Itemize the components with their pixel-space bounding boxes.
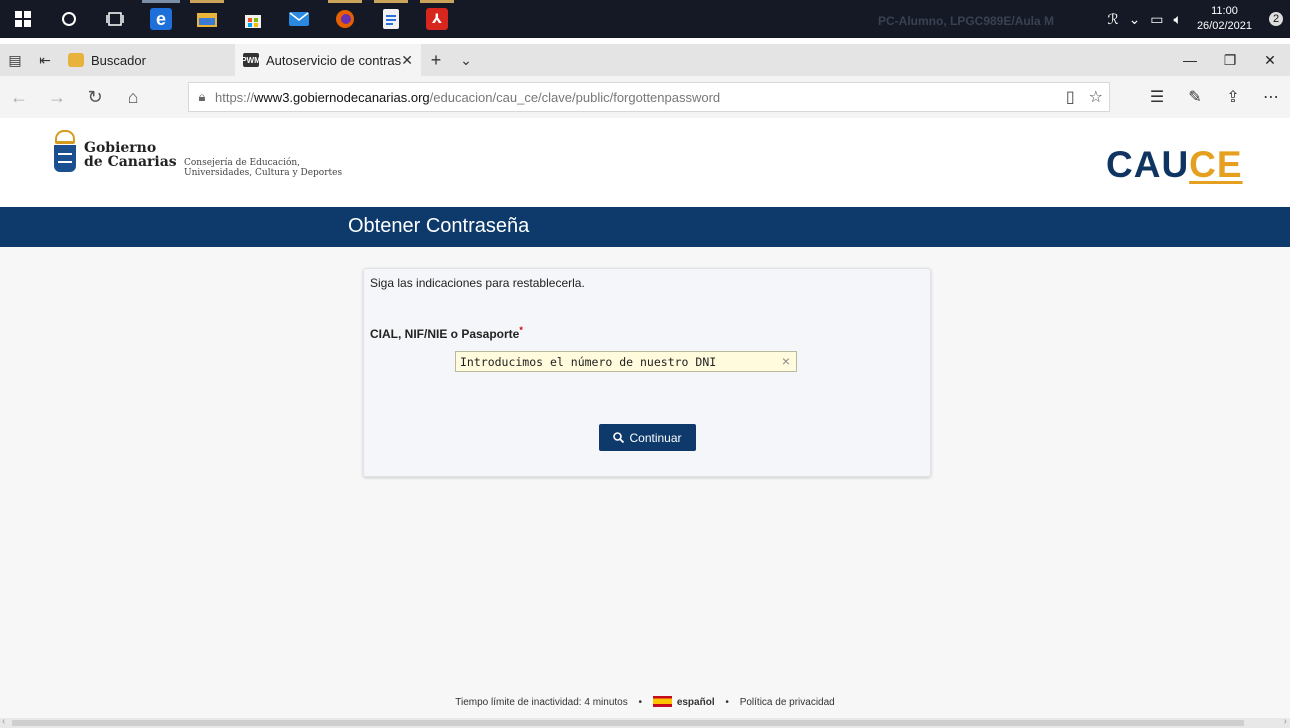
url-host: www3.gobiernodecanarias.org <box>254 89 430 105</box>
jar-favicon-icon <box>68 53 84 67</box>
continue-button[interactable]: Continuar <box>599 424 696 451</box>
language-label: español <box>676 697 715 708</box>
page-footer: Tiempo límite de inactividad: 4 minutos … <box>455 696 835 708</box>
tab-label: Autoservicio de contras <box>266 52 402 68</box>
people-icon[interactable]: ℛ <box>1102 11 1123 28</box>
gov-name: Gobierno de Canarias <box>84 141 177 169</box>
clear-input-icon[interactable]: × <box>782 353 790 369</box>
id-field-input[interactable] <box>456 352 774 371</box>
privacy-link[interactable]: Política de privacidad <box>740 697 835 708</box>
folder-icon <box>197 13 217 27</box>
password-form-card: Siga las indicaciones para restablecerla… <box>363 268 931 477</box>
back-arrow-icon[interactable]: ← <box>0 87 38 108</box>
taskbar-watermark: PC-Alumno, LPGC989E/Aula M <box>878 14 1055 28</box>
tab-preview-icon[interactable]: ▤ <box>0 52 30 69</box>
gov-name-line2: de Canarias <box>84 154 177 170</box>
share-icon[interactable]: ⇪ <box>1214 87 1252 107</box>
scroll-right-icon[interactable]: › <box>1284 716 1287 727</box>
lock-icon: 🔒︎ <box>198 89 206 104</box>
forward-arrow-icon[interactable]: → <box>38 87 76 108</box>
id-field-wrapper: × <box>455 351 797 372</box>
cauce-logo[interactable]: CAUCE <box>1106 144 1243 186</box>
refresh-icon[interactable]: ↻ <box>76 87 114 108</box>
pen-notes-icon[interactable]: ✎ <box>1176 87 1214 107</box>
dept-line2: Universidades, Cultura y Deportes <box>184 168 343 178</box>
title-bar: Obtener Contraseña <box>0 207 1290 247</box>
pwm-favicon-icon: PWM <box>241 53 261 67</box>
edge-icon: e <box>150 8 172 30</box>
id-field-label: CIAL, NIF/NIE o Pasaporte* <box>370 325 523 341</box>
url-path: /educacion/cau_ce/clave/public/forgotten… <box>429 89 721 105</box>
firefox-taskbar-icon[interactable] <box>322 0 368 38</box>
browser-nav-bar: ← → ↻ ⌂ 🔒︎ https://www3.gobiernodecanari… <box>0 76 1290 118</box>
favorite-star-icon[interactable]: ☆ <box>1089 87 1103 107</box>
minimize-icon[interactable]: — <box>1170 44 1210 76</box>
store-bag-icon <box>245 15 261 28</box>
search-icon <box>613 432 625 443</box>
home-icon[interactable]: ⌂ <box>114 87 152 108</box>
horizontal-scrollbar[interactable]: ‹ › <box>0 716 1290 728</box>
page-content: Gobierno de Canarias Consejería de Educa… <box>0 118 1290 728</box>
gov-name-line1: Gobierno <box>84 140 157 156</box>
scroll-left-icon[interactable]: ‹ <box>2 716 5 727</box>
canarias-crest-icon <box>54 130 76 180</box>
page-title: Obtener Contraseña <box>348 215 530 237</box>
task-view-icon[interactable] <box>92 0 138 38</box>
close-window-icon[interactable]: ✕ <box>1250 44 1290 76</box>
volume-icon[interactable]: 🔈︎ <box>1169 11 1187 28</box>
new-tab-icon[interactable]: + <box>421 50 451 71</box>
tab-list-chevron-icon[interactable]: ⌄ <box>451 52 481 69</box>
document-icon <box>383 9 399 29</box>
tab-close-icon[interactable]: ✕ <box>401 52 413 69</box>
browser-tab-bar: ▤ ⇤ Buscador PWM Autoservicio de contras… <box>0 44 1290 76</box>
department-name: Consejería de Educación, Universidades, … <box>184 158 342 178</box>
set-tabs-aside-icon[interactable]: ⇤ <box>30 52 60 69</box>
chevron-up-icon[interactable]: ⌄ <box>1124 11 1146 28</box>
site-header: Gobierno de Canarias Consejería de Educa… <box>0 118 1290 207</box>
system-tray: ℛ ⌄ ▭ 🔈︎ 11:00 26/02/2021 2 <box>1102 0 1290 38</box>
edge-taskbar-icon[interactable]: e <box>138 0 184 38</box>
notes-taskbar-icon[interactable] <box>368 0 414 38</box>
tab-buscador[interactable]: Buscador <box>60 44 230 76</box>
required-mark: * <box>519 325 523 335</box>
acrobat-taskbar-icon[interactable]: ⅄ <box>414 0 460 38</box>
spain-flag-icon <box>652 696 672 707</box>
mail-envelope-icon <box>289 12 309 26</box>
network-icon[interactable]: ▭ <box>1145 11 1168 28</box>
notification-count: 2 <box>1269 12 1283 26</box>
scrollbar-thumb[interactable] <box>12 720 1244 726</box>
language-selector[interactable]: español <box>652 696 715 708</box>
address-bar[interactable]: 🔒︎ https://www3.gobiernodecanarias.org/e… <box>188 82 1110 112</box>
continue-button-label: Continuar <box>629 430 682 445</box>
url-scheme: https:// <box>215 89 255 105</box>
cauce-logo-cau: CAU <box>1106 144 1190 185</box>
favorites-list-icon[interactable]: ☰ <box>1138 87 1176 107</box>
cauce-logo-ce: CE <box>1189 144 1243 185</box>
tab-autoservicio[interactable]: PWM Autoservicio de contras ✕ <box>235 44 421 76</box>
gobierno-logo[interactable]: Gobierno de Canarias <box>54 130 177 180</box>
clock-date: 26/02/2021 <box>1196 20 1252 32</box>
id-field-label-text: CIAL, NIF/NIE o Pasaporte <box>370 327 520 341</box>
windows-start-icon[interactable] <box>0 0 46 38</box>
tab-label: Buscador <box>91 52 146 68</box>
timeout-text: Tiempo límite de inactividad: 4 minutos <box>455 697 628 708</box>
store-taskbar-icon[interactable] <box>230 0 276 38</box>
dept-line1: Consejería de Educación, <box>184 158 301 168</box>
mail-taskbar-icon[interactable] <box>276 0 322 38</box>
reading-view-icon[interactable]: ▯ <box>1066 87 1075 107</box>
firefox-icon <box>336 10 354 28</box>
search-circle-icon[interactable] <box>46 0 92 38</box>
clock-time: 11:00 <box>1211 5 1238 17</box>
more-menu-icon[interactable]: ⋯ <box>1252 87 1290 107</box>
file-explorer-taskbar-icon[interactable] <box>184 0 230 38</box>
restore-icon[interactable]: ❐ <box>1210 44 1250 76</box>
instructions-text: Siga las indicaciones para restablecerla… <box>370 276 585 290</box>
windows-taskbar: e ⅄ PC-Alumno, LPGC989E/Aula M ℛ ⌄ ▭ 🔈︎ … <box>0 0 1290 38</box>
action-center-icon[interactable]: 2 <box>1262 8 1290 30</box>
taskbar-clock[interactable]: 11:00 26/02/2021 <box>1187 4 1262 34</box>
acrobat-icon: ⅄ <box>426 8 448 30</box>
